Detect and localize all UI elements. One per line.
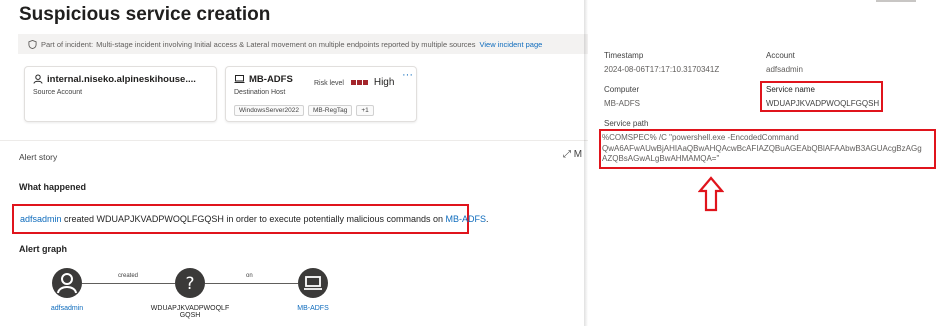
destination-host-role: Destination Host	[234, 89, 286, 96]
what-happened-heading: What happened	[19, 182, 86, 192]
svg-text:?: ?	[185, 274, 194, 294]
service-path-label: Service path	[604, 119, 649, 128]
sentence-end: .	[486, 214, 489, 224]
host-tags: WindowsServer2022 MB-RegTag +1	[234, 105, 374, 116]
risk-bars	[350, 80, 369, 87]
alert-graph: created on ? adfsadmin WDUAPJKVADPWOQLF …	[0, 258, 588, 326]
source-account-name: internal.niseko.alpineskihouse....	[47, 74, 196, 85]
details-panel: Timestamp 2024-08-06T17:17:10.3170341Z A…	[588, 0, 936, 326]
destination-host-name: MB-ADFS	[249, 74, 293, 85]
view-incident-link[interactable]: View incident page	[479, 40, 542, 49]
risk-level-label: Risk level	[314, 80, 344, 87]
node-label-account[interactable]: adfsadmin	[42, 305, 92, 312]
banner-text: Multi-stage incident involving Initial a…	[96, 39, 476, 49]
banner-prefix: Part of incident:	[41, 39, 94, 49]
node-label-service-line2: GQSH	[179, 312, 201, 319]
destination-host-name-row: MB-ADFS	[234, 74, 293, 87]
service-path-line: %COMSPEC% /C "powershell.exe -EncodedCom…	[602, 133, 799, 142]
what-happened-sentence: adfsadmin created WDUAPJKVADPWOQLFGQSH i…	[12, 204, 489, 234]
source-account-role: Source Account	[33, 89, 83, 96]
service-name-label: Service name	[766, 85, 815, 94]
computer-label: Computer	[604, 85, 640, 94]
node-label-host[interactable]: MB-ADFS	[288, 305, 338, 312]
graph-edge-created	[82, 283, 175, 284]
risk-level-value: High	[373, 77, 395, 88]
up-arrow-icon	[697, 176, 725, 217]
edge-label-on: on	[244, 273, 255, 279]
device-node-icon[interactable]	[298, 268, 328, 298]
account-label: Account	[766, 51, 795, 60]
expand-button[interactable]: ⤢ M	[563, 149, 582, 160]
unknown-service-node-icon[interactable]: ?	[175, 268, 205, 298]
source-account-name-row: internal.niseko.alpineskihouse....	[33, 74, 196, 87]
graph-edge-on	[205, 283, 298, 284]
node-label-service: WDUAPJKVADPWOQLF GQSH	[140, 305, 240, 319]
laptop-icon	[234, 74, 245, 87]
alert-story-heading: Alert story	[19, 152, 58, 162]
shield-icon	[28, 39, 37, 49]
panel-close-area[interactable]	[876, 0, 916, 2]
page-title: Suspicious service creation	[19, 4, 271, 25]
source-account-card[interactable]: internal.niseko.alpineskihouse.... Sourc…	[24, 66, 217, 122]
node-label-service-line1: WDUAPJKVADPWOQLF	[150, 305, 230, 312]
expand-icon: ⤢	[563, 149, 571, 160]
incident-banner: Part of incident: Multi-stage incident i…	[18, 34, 588, 54]
destination-host-card[interactable]: MB-ADFS Risk level High ··· Destination …	[225, 66, 417, 122]
user-node-icon[interactable]	[52, 268, 82, 298]
service-path-value: %COMSPEC% /C "powershell.exe -EncodedCom…	[602, 133, 936, 165]
sentence-middle: created WDUAPJKVADPWOQLFGQSH in order to…	[61, 214, 446, 224]
target-link[interactable]: MB-ADFS	[446, 214, 487, 224]
more-tags-badge[interactable]: +1	[356, 105, 374, 116]
host-tag: MB-RegTag	[307, 105, 353, 116]
account-value: adfsadmin	[766, 65, 803, 74]
timestamp-value: 2024-08-06T17:17:10.3170341Z	[604, 65, 720, 74]
section-divider	[0, 140, 588, 141]
more-options-icon[interactable]: ···	[402, 69, 413, 81]
alert-graph-heading: Alert graph	[19, 244, 68, 254]
risk-level: Risk level High	[314, 77, 394, 88]
service-name-value: WDUAPJKVADPWOQLFGQSH	[766, 99, 880, 108]
expand-label: M	[573, 149, 583, 160]
alert-story-pane: Suspicious service creation Part of inci…	[0, 0, 588, 326]
service-path-line: QwA6AFwAUwBjAHIAaQBwAHQAcwBcAFIAZQBuAGEA…	[602, 143, 922, 153]
computer-value: MB-ADFS	[604, 99, 640, 108]
service-path-line: AZQBsAGwALgBwAHMAMQA="	[602, 154, 720, 163]
user-icon	[33, 74, 43, 87]
host-tag: WindowsServer2022	[234, 105, 304, 116]
timestamp-label: Timestamp	[604, 51, 644, 60]
edge-label-created: created	[116, 273, 141, 279]
actor-link[interactable]: adfsadmin	[20, 214, 62, 224]
